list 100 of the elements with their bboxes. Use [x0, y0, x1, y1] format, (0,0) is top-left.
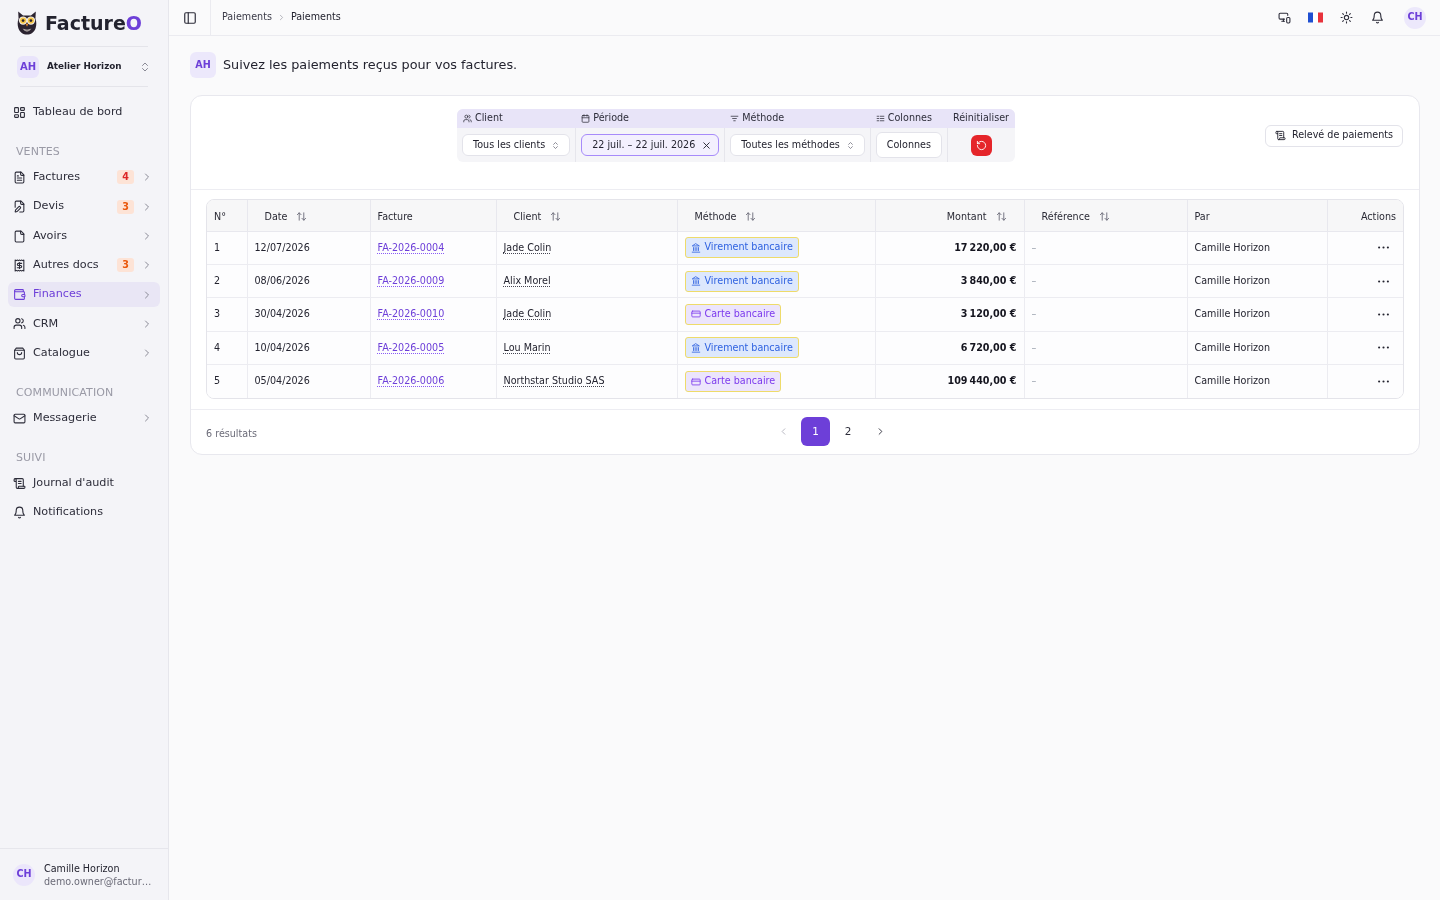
client-link[interactable]: Jade Colin: [503, 241, 552, 253]
reset-button[interactable]: [971, 134, 992, 156]
more-icon: [1377, 246, 1389, 250]
scroll-icon: [1275, 130, 1286, 141]
column-header: Facture: [377, 211, 413, 223]
table-cell: 2: [214, 274, 221, 286]
section-heading: VENTES: [15, 145, 61, 159]
owl-logo-icon: [16, 11, 38, 35]
column-header: Actions: [1360, 211, 1396, 223]
user-avatar: CH: [13, 863, 35, 886]
chevrons-up-down-icon: [551, 140, 561, 150]
bell-icon: [13, 506, 26, 520]
table-cell: 12/07/2026: [254, 241, 310, 253]
sidebar-item[interactable]: Avoirs: [8, 223, 160, 249]
payment-method-label: Virement bancaire: [704, 273, 793, 288]
payment-method-label: Carte bancaire: [704, 307, 776, 322]
invoice-link[interactable]: FA-2026-0004: [377, 241, 445, 253]
filter-label: Réinitialiser: [952, 111, 1009, 126]
receipt-icon: [13, 258, 26, 272]
workspace-avatar: AH: [17, 55, 39, 78]
count-badge: 3: [117, 258, 134, 273]
sidebar-item[interactable]: CRM: [8, 311, 160, 337]
invoice-link[interactable]: FA-2026-0010: [377, 308, 445, 320]
credit-card-icon: [690, 376, 701, 387]
table-cell: 30/04/2026: [254, 308, 310, 320]
sidebar-item[interactable]: Finances: [8, 282, 160, 308]
sidebar-item[interactable]: Messagerie: [8, 405, 160, 431]
table-cell: 10/04/2026: [254, 341, 310, 353]
chevrons-up-down-icon: [845, 140, 855, 150]
table-cell: 3 840,00 €: [960, 274, 1017, 286]
columns-button[interactable]: Colonnes: [875, 132, 942, 158]
scroll-icon: [13, 476, 26, 490]
payment-method-label: Carte bancaire: [704, 374, 776, 389]
page-avatar: AH: [190, 52, 216, 78]
flag-icon: [1307, 12, 1323, 23]
user-avatar[interactable]: CH: [1404, 6, 1426, 29]
dashboard-icon: [13, 106, 26, 119]
table-cell: Camille Horizon: [1194, 241, 1271, 253]
table-cell: 3: [214, 308, 221, 320]
payment-method-label: Virement bancaire: [704, 240, 793, 255]
list-icon: [875, 114, 885, 123]
page-description: Suivez les paiements reçus pour vos factures.: [223, 56, 518, 75]
column-header[interactable]: Client: [503, 205, 572, 228]
sidebar-item[interactable]: Autres docs 3: [8, 252, 160, 278]
filter-label: Colonnes: [887, 111, 932, 126]
table-cell: –: [1031, 341, 1037, 353]
column-header[interactable]: Montant: [936, 205, 1017, 228]
devices-icon: [1277, 11, 1291, 24]
table-cell: 1: [214, 241, 221, 253]
bank-icon: [690, 342, 701, 353]
section-heading: COMMUNICATION: [15, 385, 115, 400]
sidebar-item[interactable]: Catalogue: [8, 340, 160, 366]
document-icon: [13, 171, 26, 184]
table-cell: 05/04/2026: [254, 375, 310, 387]
column-header[interactable]: Référence: [1031, 205, 1120, 228]
invoice-link[interactable]: FA-2026-0005: [377, 341, 445, 353]
table-cell: 17 220,00 €: [954, 241, 1017, 253]
breadcrumb-link[interactable]: Paiements: [222, 10, 272, 25]
column-header[interactable]: Date: [254, 205, 318, 228]
document-icon: [13, 229, 26, 243]
column-header[interactable]: Méthode: [684, 205, 767, 228]
panel-left-icon: [182, 10, 197, 25]
filter-dropdown[interactable]: Tous les clients: [462, 134, 571, 156]
date-range-field[interactable]: 22 juil. – 22 juil. 2026: [581, 134, 720, 156]
invoice-link[interactable]: FA-2026-0009: [377, 274, 445, 286]
count-badge: 4: [117, 170, 134, 185]
credit-card-icon: [690, 309, 701, 320]
payment-method-label: Virement bancaire: [704, 340, 793, 355]
page-button[interactable]: 2: [833, 417, 863, 447]
workspace-switcher[interactable]: AH Atelier Horizon: [8, 47, 160, 86]
close-icon: [701, 139, 713, 151]
sidebar-item[interactable]: Devis 3: [8, 194, 160, 220]
filter-dropdown[interactable]: Toutes les méthodes: [730, 134, 865, 156]
filter-icon: [730, 114, 740, 123]
client-link[interactable]: Alix Morel: [503, 274, 551, 286]
sidebar-item[interactable]: Tableau de bord: [8, 100, 160, 125]
table-cell: 6 720,00 €: [960, 341, 1017, 353]
sidebar-item[interactable]: Factures 4: [8, 165, 160, 190]
filter-label: Client: [475, 111, 503, 126]
table-cell: 08/06/2026: [254, 274, 310, 286]
results-count: 6 résultats: [206, 427, 257, 439]
table-cell: 4: [214, 341, 221, 353]
client-link[interactable]: Northstar Studio SAS: [503, 375, 605, 387]
brand-name: FactureO: [45, 13, 142, 33]
sidebar-item[interactable]: Notifications: [8, 500, 160, 526]
table-cell: –: [1031, 274, 1037, 286]
column-header: Par: [1194, 211, 1210, 223]
invoice-link[interactable]: FA-2026-0006: [377, 375, 445, 387]
more-icon: [1377, 346, 1389, 350]
table-cell: –: [1031, 308, 1037, 320]
filter-label: Méthode: [742, 111, 785, 126]
more-icon: [1377, 279, 1389, 283]
client-link[interactable]: Lou Marin: [503, 341, 551, 353]
user-name: Camille Horizon: [44, 861, 121, 875]
page-button[interactable]: 1: [801, 417, 830, 447]
breadcrumb-current: Paiements: [290, 10, 341, 25]
sidebar-item[interactable]: Journal d'audit: [8, 470, 160, 496]
client-link[interactable]: Jade Colin: [503, 308, 552, 320]
statement-button[interactable]: Relevé de paiements: [1265, 124, 1403, 147]
table-cell: 5: [214, 375, 221, 387]
